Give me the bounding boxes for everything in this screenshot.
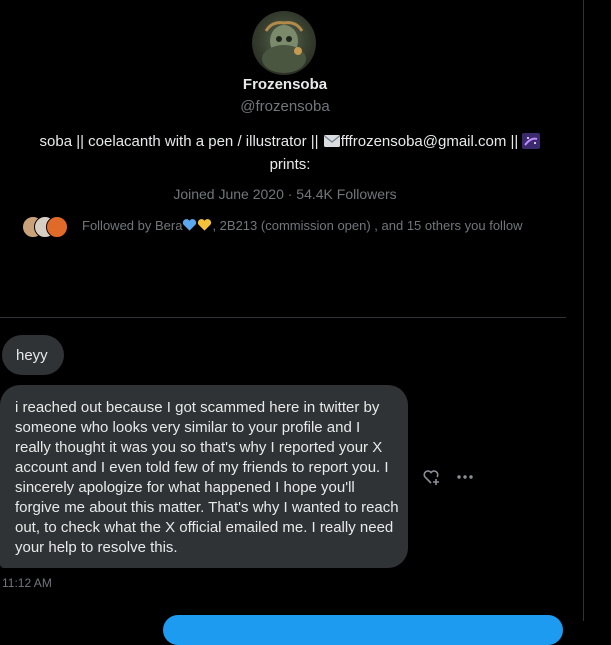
follower-avatar <box>46 216 68 238</box>
followed-by-row[interactable]: Followed by Bera , 2B213 (commission open… <box>22 214 562 240</box>
followed-by-prefix: Followed by Bera <box>82 218 183 233</box>
column-divider <box>583 0 584 621</box>
profile-bio: soba || coelacanth with a pen / illustra… <box>20 132 560 175</box>
envelope-icon <box>323 133 341 155</box>
more-icon[interactable] <box>454 466 476 488</box>
followed-by-text: Followed by Bera , 2B213 (commission open… <box>82 218 522 235</box>
bio-email[interactable]: fffrozensoba@gmail.com || <box>341 133 523 150</box>
message-actions <box>420 466 480 488</box>
message-bubble[interactable]: heyy <box>2 335 64 375</box>
profile-handle: @frozensoba <box>240 98 330 115</box>
section-divider <box>0 317 566 318</box>
joined-followers: Joined June 2020 · 54.4K Followers <box>173 186 397 202</box>
add-reaction-icon[interactable] <box>420 466 442 488</box>
profile-display-name[interactable]: Frozensoba <box>0 76 570 93</box>
bio-text-end: prints: <box>269 156 311 173</box>
message-text: heyy <box>16 347 48 364</box>
yellow-heart-icon <box>197 218 212 235</box>
bio-text-start: soba || coelacanth with a pen / illustra… <box>39 133 323 150</box>
message-timestamp: 11:12 AM <box>2 576 52 590</box>
message-text: i reached out because I got scammed here… <box>15 399 399 556</box>
galaxy-icon <box>522 133 541 155</box>
profile-avatar[interactable] <box>252 11 316 75</box>
blue-heart-icon <box>182 218 197 235</box>
message-bubble[interactable]: i reached out because I got scammed here… <box>0 385 408 568</box>
sent-message-bubble[interactable] <box>163 615 563 645</box>
followed-by-suffix: , 2B213 (commission open) , and 15 other… <box>212 218 523 233</box>
